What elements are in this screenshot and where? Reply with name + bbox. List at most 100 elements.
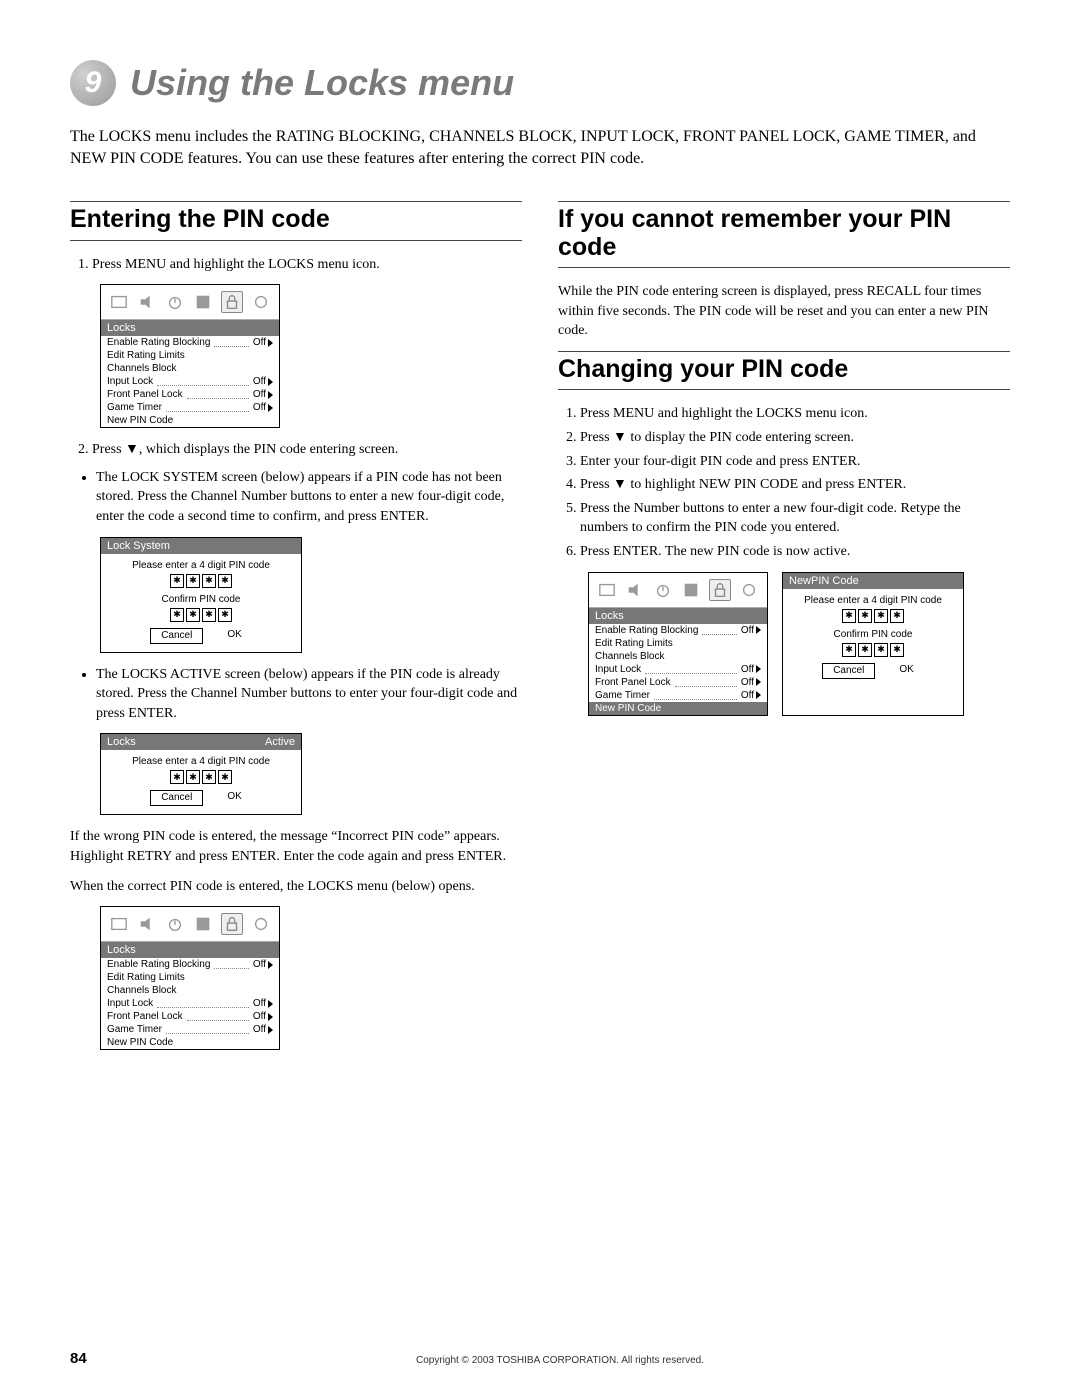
menu-item-value: Off (253, 998, 266, 1009)
menu-item-value: Off (253, 337, 266, 348)
menu-item-label: Edit Rating Limits (107, 972, 185, 983)
icon-applications-icon (251, 914, 271, 934)
menu-item-value: Off (253, 959, 266, 970)
icon-lock-icon (221, 291, 243, 313)
menu-item-label: Front Panel Lock (107, 389, 183, 400)
confirm-pin-label: Confirm PIN code (791, 629, 955, 640)
pin-digit: ✱ (874, 609, 888, 623)
menu-item-label: New PIN Code (107, 1037, 173, 1048)
section-changing-pin: Changing your PIN code (558, 351, 1010, 391)
pin-digit: ✱ (890, 643, 904, 657)
menu-item-label: Enable Rating Blocking (107, 337, 210, 348)
menu-item-label: Channels Block (107, 985, 176, 996)
icon-setup-icon (193, 914, 213, 934)
section-entering-pin: Entering the PIN code (70, 201, 522, 241)
pin-digit: ✱ (218, 574, 232, 588)
menu-item-label: New PIN Code (107, 415, 173, 426)
cancel-button: Cancel (150, 628, 203, 644)
menu-item-label: Game Timer (595, 690, 650, 701)
chevron-right-icon (268, 1026, 273, 1034)
wrong-pin-paragraph: If the wrong PIN code is entered, the me… (70, 827, 522, 866)
icon-lock-icon (221, 913, 243, 935)
menu-item-label: Front Panel Lock (595, 677, 671, 688)
menu-item-label: New PIN Code (595, 703, 661, 714)
dialog-status: Active (265, 736, 295, 748)
change-step-4: Press ▼ to highlight NEW PIN CODE and pr… (580, 475, 1010, 495)
icon-applications-icon (251, 292, 271, 312)
pin-digit: ✱ (170, 608, 184, 622)
ok-button: OK (217, 790, 251, 806)
chapter-number-badge: 9 (70, 60, 116, 106)
ok-button: OK (217, 628, 251, 644)
figure-locks-menu-2: Locks Enable Rating Blocking Off Edit Rat… (100, 906, 522, 1050)
icon-setup-icon (681, 580, 701, 600)
pin-digit: ✱ (842, 609, 856, 623)
page-number: 84 (70, 1350, 110, 1367)
intro-paragraph: The LOCKS menu includes the RATING BLOCK… (70, 126, 1010, 169)
pin-digit: ✱ (202, 574, 216, 588)
menu-title: Locks (107, 944, 136, 956)
icon-audio-icon (625, 580, 645, 600)
menu-item-value: Off (253, 1024, 266, 1035)
pin-digit: ✱ (170, 770, 184, 784)
chevron-right-icon (756, 626, 761, 634)
pin-digit: ✱ (186, 770, 200, 784)
bullet-lock-system: The LOCK SYSTEM screen (below) appears i… (96, 468, 522, 527)
cannot-remember-body: While the PIN code entering screen is di… (558, 282, 1010, 341)
change-step-2: Press ▼ to display the PIN code entering… (580, 428, 1010, 448)
pin-confirm-row: ✱ ✱ ✱ ✱ (791, 643, 955, 657)
figure-locks-menu-1: Locks Enable Rating BlockingOff Edit Rat… (100, 284, 522, 428)
ok-button: OK (889, 663, 923, 679)
dialog-title: Locks (107, 736, 136, 748)
pin-digit: ✱ (218, 608, 232, 622)
change-step-3: Enter your four-digit PIN code and press… (580, 452, 1010, 472)
step-1: Press MENU and highlight the LOCKS menu … (92, 255, 522, 275)
enter-pin-label: Please enter a 4 digit PIN code (109, 560, 293, 571)
enter-pin-label: Please enter a 4 digit PIN code (109, 756, 293, 767)
copyright-text: Copyright © 2003 TOSHIBA CORPORATION. Al… (110, 1355, 1010, 1366)
icon-timer-icon (165, 292, 185, 312)
menu-title: Locks (595, 610, 624, 622)
figure-locks-active: Locks Active Please enter a 4 digit PIN … (100, 733, 522, 815)
change-step-1: Press MENU and highlight the LOCKS menu … (580, 404, 1010, 424)
pin-entry-row: ✱ ✱ ✱ ✱ (109, 770, 293, 784)
icon-audio-icon (137, 914, 157, 934)
enter-pin-label: Please enter a 4 digit PIN code (791, 595, 955, 606)
figure-lock-system: Lock System Please enter a 4 digit PIN c… (100, 537, 522, 653)
bullet-locks-active: The LOCKS ACTIVE screen (below) appears … (96, 665, 522, 724)
icon-audio-icon (137, 292, 157, 312)
chevron-right-icon (756, 691, 761, 699)
correct-pin-paragraph: When the correct PIN code is entered, th… (70, 877, 522, 897)
menu-item-value: Off (253, 1011, 266, 1022)
chevron-right-icon (756, 678, 761, 686)
dialog-title: NewPIN Code (789, 575, 859, 587)
menu-item-value: Off (741, 625, 754, 636)
change-step-6: Press ENTER. The new PIN code is now act… (580, 542, 1010, 562)
cancel-button: Cancel (150, 790, 203, 806)
menu-item-label: Edit Rating Limits (107, 350, 185, 361)
figure-locks-and-newpin: Locks Enable Rating BlockingOff Edit Rat… (588, 572, 1010, 716)
chevron-right-icon (268, 391, 273, 399)
pin-digit: ✱ (842, 643, 856, 657)
chevron-right-icon (756, 665, 761, 673)
pin-digit: ✱ (202, 608, 216, 622)
icon-picture-icon (597, 580, 617, 600)
chapter-title: Using the Locks menu (130, 62, 514, 104)
step-2: Press ▼, which displays the PIN code ent… (92, 440, 522, 460)
menu-item-label: Channels Block (595, 651, 664, 662)
pin-digit: ✱ (858, 643, 872, 657)
chevron-right-icon (268, 378, 273, 386)
menu-item-value: Off (741, 677, 754, 688)
menu-item-value: Off (253, 402, 266, 413)
chevron-right-icon (268, 1000, 273, 1008)
chevron-right-icon (268, 961, 273, 969)
icon-lock-icon (709, 579, 731, 601)
menu-item-label: Enable Rating Blocking (107, 959, 210, 970)
dialog-title: Lock System (107, 540, 170, 552)
pin-confirm-row: ✱ ✱ ✱ ✱ (109, 608, 293, 622)
pin-digit: ✱ (186, 608, 200, 622)
change-step-5: Press the Number buttons to enter a new … (580, 499, 1010, 538)
menu-item-label: Input Lock (595, 664, 641, 675)
chapter-header: 9 Using the Locks menu (70, 60, 1010, 106)
icon-picture-icon (109, 292, 129, 312)
